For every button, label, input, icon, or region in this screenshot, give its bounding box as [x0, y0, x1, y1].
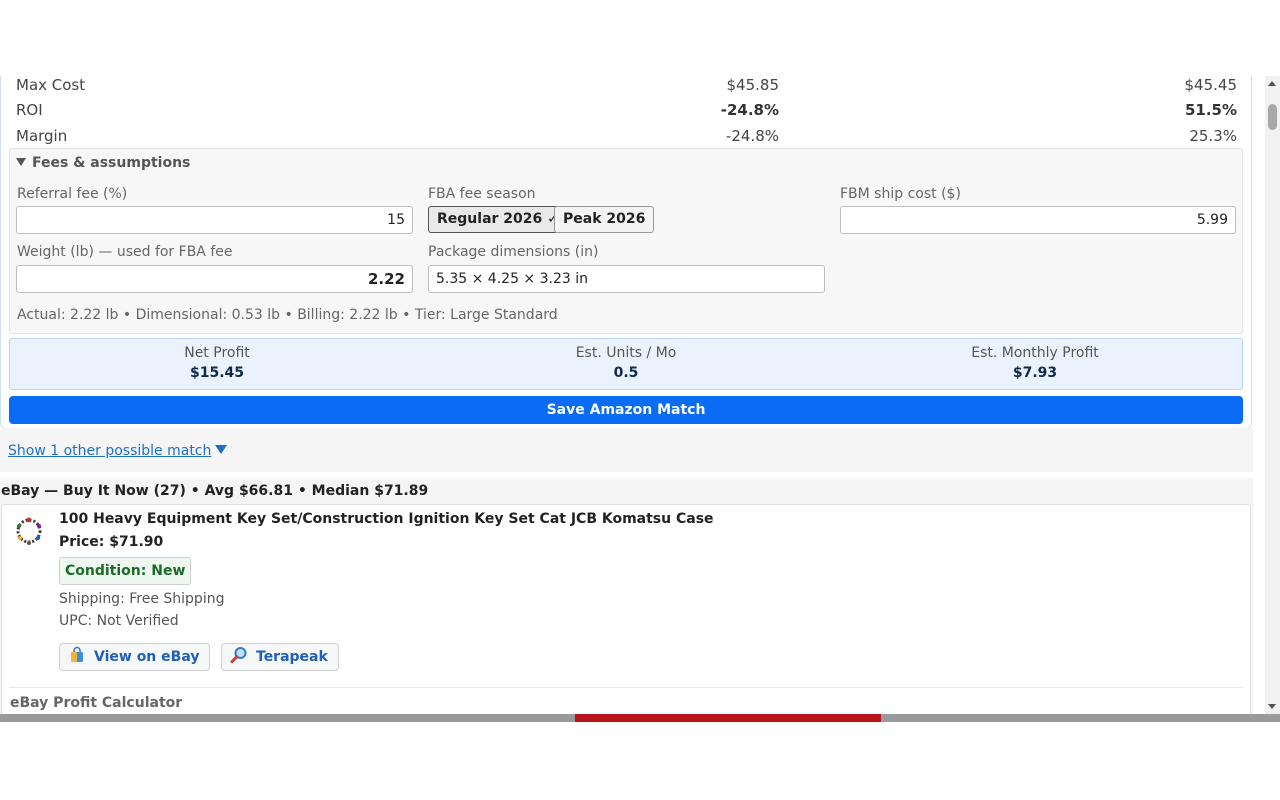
- fees-toggle-label: Fees & assumptions: [32, 155, 191, 171]
- triangle-down-icon: [16, 158, 26, 166]
- weight-input[interactable]: [16, 265, 413, 293]
- metric-row-max-cost: Max Cost $45.85 $45.45: [15, 76, 1237, 100]
- est-units-label: Est. Units / Mo: [575, 345, 677, 361]
- listing-title[interactable]: 100 Heavy Equipment Key Set/Construction…: [59, 511, 714, 527]
- referral-fee-label: Referral fee (%): [17, 186, 128, 202]
- ebay-profit-calculator-title: eBay Profit Calculator: [10, 695, 183, 711]
- net-profit-summary: Net Profit $15.45: [12, 345, 422, 381]
- ebay-summary-header: eBay — Buy It Now (27) • Avg $66.81 • Me…: [1, 483, 429, 499]
- package-dimensions-label: Package dimensions (in): [428, 244, 599, 260]
- show-other-match-link[interactable]: Show 1 other possible match: [8, 443, 228, 459]
- metric-value-a: -24.8%: [725, 127, 779, 145]
- net-profit-value: $15.45: [189, 365, 245, 381]
- fba-season-label: FBA fee season: [428, 186, 536, 202]
- view-on-ebay-label: View on eBay: [94, 649, 200, 665]
- est-monthly-profit-label: Est. Monthly Profit: [971, 345, 1099, 361]
- listing-price: Price: $71.90: [59, 534, 164, 550]
- net-profit-label: Net Profit: [184, 345, 250, 361]
- metric-value-b: 25.3%: [1189, 127, 1237, 145]
- triangle-down-icon: [215, 445, 228, 454]
- package-dimensions-input[interactable]: [428, 265, 825, 293]
- partial-image: [575, 714, 881, 722]
- scroll-up-icon[interactable]: [1268, 81, 1276, 86]
- weight-label: Weight (lb) — used for FBA fee: [17, 244, 233, 260]
- show-other-match-label: Show 1 other possible match: [8, 443, 212, 459]
- weight-tier-info: Actual: 2.22 lb • Dimensional: 0.53 lb •…: [17, 307, 558, 323]
- amazon-match-card: Max Cost $45.85 $45.45 ROI -24.8% 51.5% …: [0, 76, 1252, 429]
- est-units-summary: Est. Units / Mo 0.5: [421, 345, 831, 381]
- condition-badge: Condition: New: [59, 557, 192, 585]
- fees-toggle[interactable]: Fees & assumptions: [16, 155, 190, 171]
- key-set-thumbnail-icon[interactable]: [11, 511, 47, 547]
- metric-label: Margin: [16, 127, 68, 145]
- card-divider: [9, 687, 1243, 688]
- ebay-listing-card: 100 Heavy Equipment Key Set/Construction…: [1, 504, 1251, 714]
- magnifier-icon: [230, 647, 247, 664]
- est-monthly-profit-summary: Est. Monthly Profit $7.93: [830, 345, 1240, 381]
- save-amazon-match-button[interactable]: Save Amazon Match: [9, 396, 1243, 424]
- vertical-scrollbar[interactable]: [1265, 76, 1280, 714]
- terapeak-label: Terapeak: [256, 649, 328, 665]
- scroll-down-icon[interactable]: [1268, 704, 1276, 709]
- season-regular-button[interactable]: Regular 2026 ✓: [428, 206, 568, 233]
- scroll-thumb[interactable]: [1268, 104, 1277, 130]
- referral-fee-input[interactable]: [16, 206, 413, 234]
- est-units-value: 0.5: [613, 365, 639, 381]
- metric-label: Max Cost: [16, 76, 86, 94]
- metric-value-a: $45.85: [726, 76, 780, 94]
- upc-info: UPC: Not Verified: [59, 613, 179, 629]
- metric-value-b: 51.5%: [1184, 101, 1237, 119]
- page-viewport: Max Cost $45.85 $45.45 ROI -24.8% 51.5% …: [0, 76, 1265, 714]
- profit-summary: Net Profit $15.45 Est. Units / Mo 0.5 Es…: [9, 338, 1243, 390]
- metric-value-a: -24.8%: [720, 101, 779, 119]
- terapeak-button[interactable]: Terapeak: [221, 643, 339, 671]
- shipping-info: Shipping: Free Shipping: [59, 591, 225, 607]
- fees-panel: Fees & assumptions Referral fee (%) FBA …: [9, 148, 1243, 334]
- view-on-ebay-button[interactable]: View on eBay: [59, 643, 211, 671]
- fbm-ship-cost-input[interactable]: [840, 206, 1236, 234]
- metric-value-b: $45.45: [1184, 76, 1238, 94]
- metric-label: ROI: [16, 101, 43, 119]
- est-monthly-profit-value: $7.93: [1012, 365, 1058, 381]
- season-peak-button[interactable]: Peak 2026: [554, 206, 655, 233]
- shopping-bag-icon: [71, 646, 83, 662]
- metric-row-roi: ROI -24.8% 51.5%: [15, 101, 1237, 125]
- fbm-ship-cost-label: FBM ship cost ($): [840, 186, 961, 202]
